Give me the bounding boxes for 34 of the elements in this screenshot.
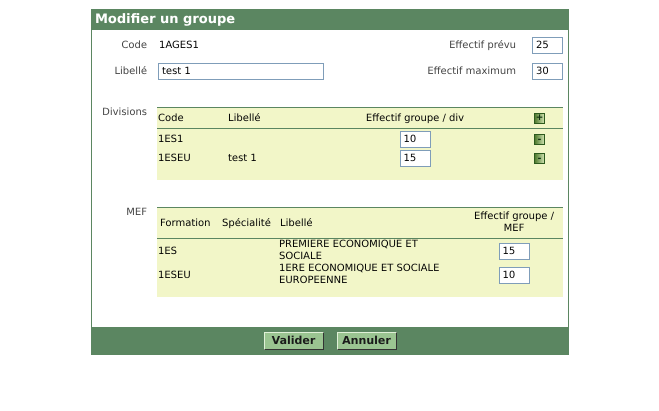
column-header: Effectif groupe / div bbox=[364, 112, 466, 126]
input-field[interactable]: 30 bbox=[532, 63, 563, 80]
window-title: Modifier un groupe bbox=[95, 11, 236, 30]
input-field[interactable]: 15 bbox=[400, 150, 430, 167]
input-field[interactable]: 15 bbox=[498, 242, 530, 260]
column-header: Effectif groupe / MEF bbox=[473, 211, 555, 235]
action-button[interactable]: Annuler bbox=[336, 332, 396, 350]
input-field[interactable]: 10 bbox=[400, 131, 430, 148]
table-cell-text: 1ESEU bbox=[158, 152, 192, 166]
table-cell-text: 1ES1 bbox=[158, 133, 184, 147]
add-button[interactable]: + bbox=[534, 112, 545, 124]
column-header: Formation bbox=[160, 216, 212, 230]
field-label: Libellé bbox=[113, 65, 147, 79]
field-label: Code bbox=[120, 39, 147, 53]
field-label: Effectif maximum bbox=[427, 65, 516, 79]
column-header: Spécialité bbox=[222, 216, 272, 230]
column-header: Libellé bbox=[280, 216, 314, 230]
section-label: MEF bbox=[125, 206, 147, 220]
table-cell-text: 1ERE ECONOMIQUE ET SOCIALE EUROPEENNE bbox=[279, 263, 440, 287]
input-field[interactable]: 25 bbox=[532, 37, 563, 54]
section-label: Divisions bbox=[101, 106, 147, 120]
remove-button[interactable]: - bbox=[534, 153, 545, 164]
input-field[interactable]: 10 bbox=[498, 266, 530, 284]
table-cell-text: 1ES bbox=[158, 244, 178, 258]
field-value: 1AGES1 bbox=[159, 39, 200, 53]
table-cell-text: test 1 bbox=[228, 152, 258, 166]
column-header: Libellé bbox=[228, 112, 262, 126]
input-field[interactable]: test 1 bbox=[158, 63, 324, 80]
column-header: Code bbox=[158, 112, 185, 126]
table-cell-text: 1ESEU bbox=[158, 268, 192, 282]
field-label: Effectif prévu bbox=[449, 39, 516, 53]
table-cell-text: PREMIERE ECONOMIQUE ET SOCIALE bbox=[279, 239, 419, 263]
action-button[interactable]: Valider bbox=[264, 332, 324, 350]
remove-button[interactable]: - bbox=[534, 134, 545, 145]
